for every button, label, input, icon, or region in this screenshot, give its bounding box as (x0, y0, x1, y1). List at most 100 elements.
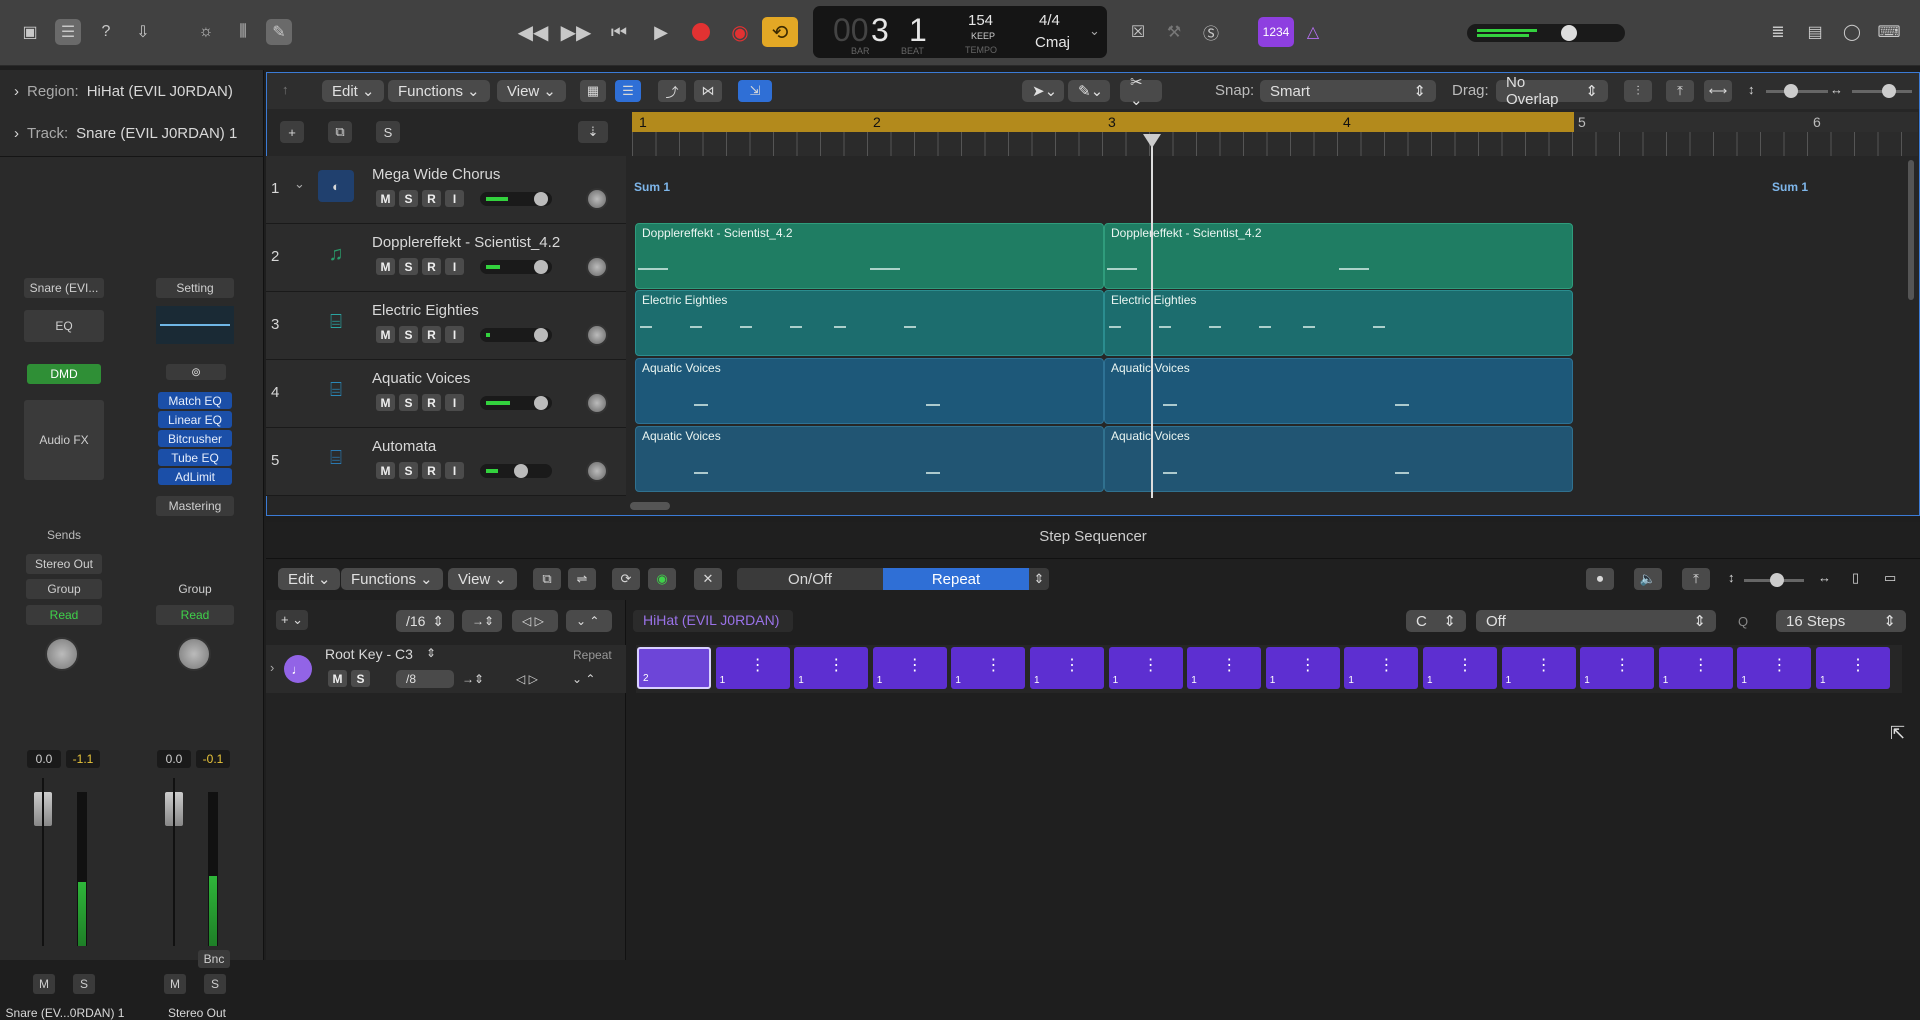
seq-edit-menu[interactable]: Edit ⌄ (278, 568, 341, 590)
step-shift-control[interactable]: ◁ ▷ (512, 610, 558, 632)
strip1-group[interactable]: Group (26, 579, 102, 599)
strip1-automation-read[interactable]: Read (26, 605, 102, 625)
pattern-name[interactable]: HiHat (EVIL J0RDAN) (633, 610, 793, 632)
cycle-icon[interactable]: ⟲ (762, 17, 798, 47)
drag-select[interactable]: No Overlap ⇕ (1496, 74, 1608, 108)
track-s-button[interactable]: S (399, 326, 418, 343)
row-collapse-icon[interactable]: ⌄ ⌃ (572, 672, 595, 686)
row-shift-icon[interactable]: ◁ ▷ (516, 672, 538, 686)
track-s-button[interactable]: S (399, 394, 418, 411)
step-cell[interactable]: 1 ⋮ (1187, 647, 1262, 689)
step-cell[interactable]: 2 (637, 647, 711, 689)
global-solo-button[interactable]: S (376, 121, 400, 143)
tracks-view-menu[interactable]: View ⌄ (497, 80, 566, 102)
row-name[interactable]: Root Key - C3 (325, 646, 413, 662)
track-pan-knob[interactable] (586, 324, 608, 346)
grid-view-icon[interactable]: ▦ (580, 80, 606, 102)
track-r-button[interactable]: R (422, 190, 441, 207)
vertical-scrollbar[interactable] (1908, 160, 1914, 300)
add-track-icon[interactable]: + (280, 121, 304, 143)
settings-toggle-icon[interactable]: ⇌ (568, 568, 596, 590)
region-dopplereffekt-1[interactable]: Dopplereffekt - Scientist_4.2 (635, 223, 1104, 289)
playback-direction-select[interactable]: →⇕ (462, 610, 502, 632)
up-arrow-icon[interactable]: ↑ (282, 82, 289, 97)
strip2-setting[interactable]: Setting (156, 278, 234, 298)
mixer-icon[interactable]: ⫼ (230, 19, 256, 45)
track-r-button[interactable]: R (422, 394, 441, 411)
strip2-mute[interactable]: M (164, 974, 186, 994)
updown-chevron-icon[interactable]: ⇕ (426, 646, 436, 660)
track-i-button[interactable]: I (445, 326, 464, 343)
track-pan-knob[interactable] (586, 392, 608, 414)
list-view-icon[interactable]: ☰ (615, 80, 641, 102)
cycle-region[interactable] (632, 112, 1574, 132)
go-to-start-icon[interactable]: ⏮ (606, 19, 632, 45)
horizontal-scrollbar[interactable] (630, 502, 670, 510)
vertical-fit-icon[interactable]: ⤒ (1682, 568, 1710, 590)
automation-icon[interactable]: ⤴ (658, 80, 686, 102)
step-cell[interactable]: 1 ⋮ (1108, 647, 1183, 689)
strip2-solo[interactable]: S (204, 974, 226, 994)
plugin-linear-eq[interactable]: Linear EQ (158, 411, 232, 428)
sidebar-icon[interactable]: ▯ (1852, 570, 1859, 586)
chevron-down-icon[interactable]: ⌄ (294, 176, 305, 192)
track-r-button[interactable]: R (422, 326, 441, 343)
track-i-button[interactable]: I (445, 258, 464, 275)
tuner-icon[interactable]: ⚒ (1161, 19, 1187, 45)
track-s-button[interactable]: S (399, 190, 418, 207)
region-dopplereffekt-2[interactable]: Dopplereffekt - Scientist_4.2 (1104, 223, 1573, 289)
fast-forward-icon[interactable]: ▶▶ (561, 19, 592, 45)
step-cell[interactable]: 1 ⋮ (1501, 647, 1576, 689)
track-s-button[interactable]: S (399, 462, 418, 479)
strip1-mute[interactable]: M (33, 974, 55, 994)
plugin-adlimit[interactable]: AdLimit (158, 468, 232, 485)
step-cell[interactable]: 1 ⋮ (1344, 647, 1419, 689)
strip1-pan-knob[interactable] (45, 637, 79, 671)
library-icon[interactable]: ▣ (17, 19, 43, 45)
horizontal-fit-icon[interactable]: ⟷ (1704, 80, 1732, 102)
scale-select[interactable]: Off ⇕ (1476, 610, 1716, 632)
step-cell[interactable]: 1 ⋮ (715, 647, 790, 689)
track-volume-slider[interactable] (480, 192, 552, 206)
track-r-button[interactable]: R (422, 462, 441, 479)
strip1-name[interactable]: Snare (EVI... (24, 278, 104, 298)
loop-icon[interactable]: ⟳ (612, 568, 640, 590)
strip1-solo[interactable]: S (73, 974, 95, 994)
track-m-button[interactable]: M (376, 462, 395, 479)
region-aquatic-voices-1[interactable]: Aquatic Voices (635, 358, 1104, 424)
chevron-right-icon[interactable]: › (270, 660, 274, 675)
add-row-icon[interactable]: + ⌄ (276, 610, 308, 630)
track-i-button[interactable]: I (445, 394, 464, 411)
step-cell[interactable]: 1 ⋮ (1265, 647, 1340, 689)
region-electric-eighties-1[interactable]: Electric Eighties (635, 290, 1104, 356)
master-volume-slider[interactable] (1467, 24, 1625, 42)
brightness-icon[interactable]: ☼ (193, 19, 219, 45)
duplicate-track-icon[interactable]: ⧉ (328, 121, 352, 143)
step-cell[interactable]: 1 ⋮ (872, 647, 947, 689)
capture-record-icon[interactable]: ◉ (727, 19, 753, 45)
step-cell[interactable]: 1 ⋮ (794, 647, 869, 689)
strip2-eq-thumbnail[interactable] (156, 306, 234, 344)
count-in-badge[interactable]: 1234 (1258, 17, 1294, 47)
mastering-slot[interactable]: Mastering (156, 496, 234, 516)
eq-slot[interactable]: EQ (24, 310, 104, 342)
track-volume-slider[interactable] (480, 396, 552, 410)
chevron-down-icon[interactable]: ⌄ (1089, 23, 1100, 39)
list-editors-icon[interactable]: ≣ (1765, 19, 1791, 45)
waveform-zoom-icon[interactable]: ⫶ (1624, 80, 1652, 102)
track-m-button[interactable]: M (376, 394, 395, 411)
row-direction-icon[interactable]: →⇕ (462, 672, 484, 686)
row-resolution-select[interactable]: /8 (396, 670, 454, 688)
vertical-zoom-slider[interactable] (1766, 84, 1828, 98)
step-cell[interactable]: 1 ⋮ (951, 647, 1026, 689)
notepad-icon[interactable]: ▤ (1802, 19, 1828, 45)
metronome-icon[interactable]: △ (1300, 19, 1326, 45)
step-cell[interactable]: 1 ⋮ (1816, 647, 1890, 689)
catch-icon[interactable]: ⇣ (578, 121, 608, 143)
track-pan-knob[interactable] (586, 256, 608, 278)
help-icon[interactable]: ? (93, 19, 119, 45)
pointer-tool-icon[interactable]: ➤⌄ (1022, 80, 1064, 102)
sends-label[interactable]: Sends (26, 528, 102, 542)
row-mute-button[interactable]: M (328, 670, 347, 687)
strip1-output[interactable]: Stereo Out (26, 554, 102, 574)
